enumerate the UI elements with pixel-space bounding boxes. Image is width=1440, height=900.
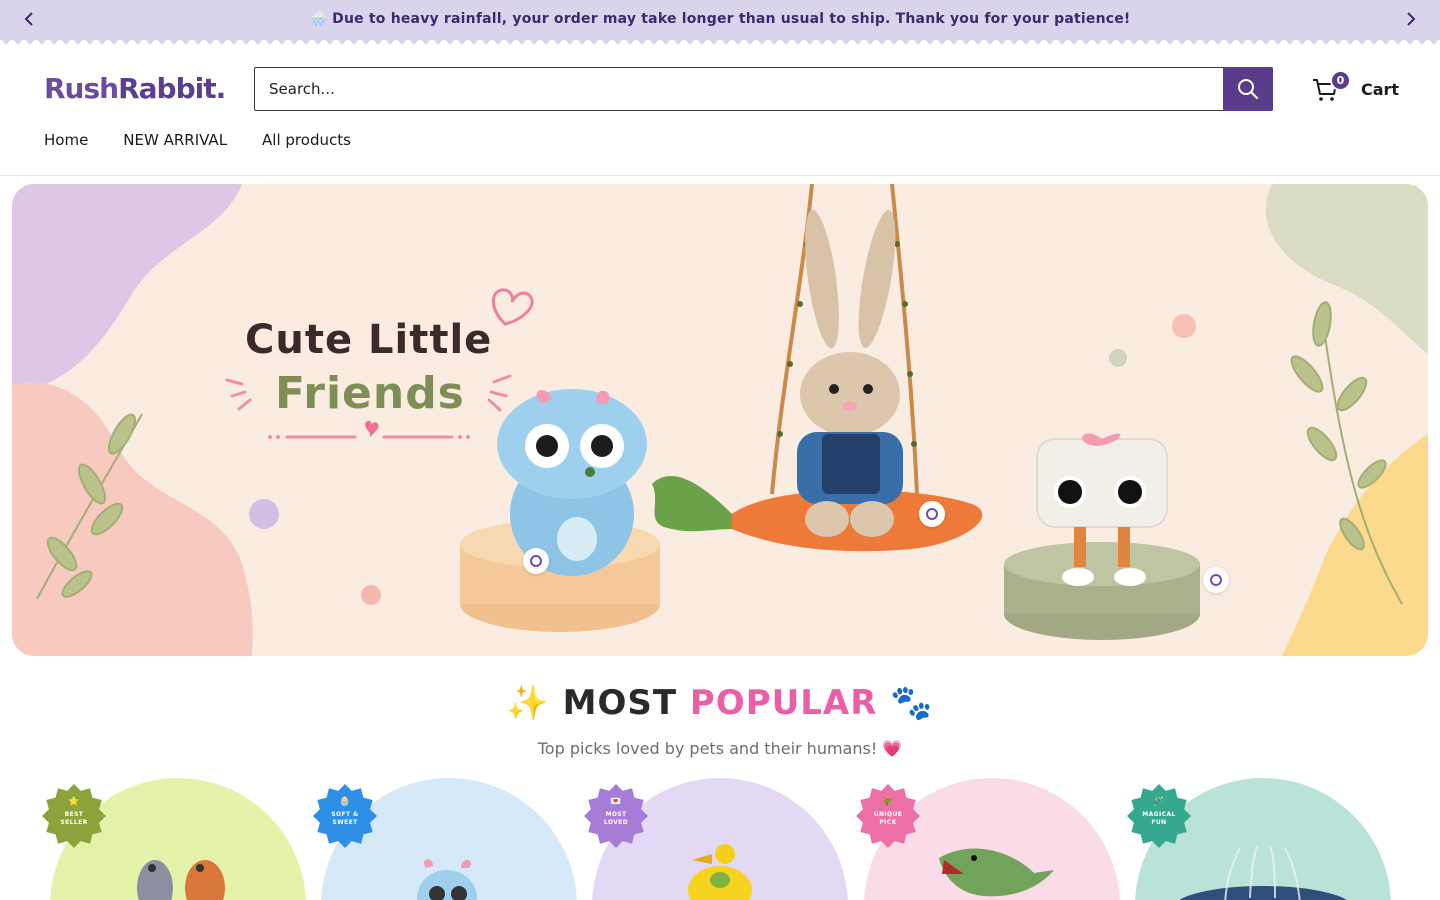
badge-label-line2: LOVED <box>603 819 629 826</box>
badge-label-line2: PICK <box>879 819 897 826</box>
announcement-scallop-edge <box>0 38 1440 48</box>
header-divider <box>0 175 1440 176</box>
badge-label-line2: SELLER <box>60 819 88 826</box>
badge-label-line1: BEST <box>64 811 84 818</box>
badge-label-line2: SWEET <box>332 819 358 826</box>
love-letter-icon: 💌 <box>610 797 622 807</box>
hotspot-glass-toy[interactable] <box>1203 567 1229 593</box>
badge-most-loved: 💌 MOST LOVED <box>584 784 648 848</box>
badge-label-line1: UNIQUE <box>873 811 903 818</box>
nav-item-home[interactable]: Home <box>44 131 88 149</box>
cupcake-icon: 🧁 <box>339 797 351 807</box>
badge-label-line2: FUN <box>1151 819 1167 826</box>
search-bar <box>254 67 1273 111</box>
hero-title-line2: Friends <box>275 368 465 419</box>
title-word-popular: POPULAR <box>689 683 878 723</box>
hero-banner[interactable]: Cute Little Friends <box>12 184 1428 656</box>
badge-magical-fun: 🪄 MAGICAL FUN <box>1127 784 1191 848</box>
hero-title-line1: Cute Little <box>245 317 493 363</box>
logo-text-rabbit: Rabbit. <box>118 72 226 105</box>
badge-soft-sweet: 🧁 SOFT & SWEET <box>313 784 377 848</box>
badge-label-line1: MOST <box>605 811 627 818</box>
section-title-most-popular: ✨ MOST POPULAR 🐾 <box>0 683 1440 723</box>
magic-wand-icon: 🪄 <box>1153 797 1165 807</box>
logo-text-rush: Rush <box>44 72 119 105</box>
hotspot-dragon[interactable] <box>523 548 549 574</box>
cart-label: Cart <box>1361 79 1400 99</box>
announcement-bar: 🌧️ Due to heavy rainfall, your order may… <box>0 0 1440 40</box>
cart-icon: 0 <box>1311 70 1351 103</box>
cart-count-badge: 0 <box>1330 70 1351 91</box>
paw-icon: 🐾 <box>890 683 934 723</box>
nav-item-all-products[interactable]: All products <box>262 131 351 149</box>
section-subtitle: Top picks loved by pets and their humans… <box>537 739 903 758</box>
badge-best-seller: ⭐ BEST SELLER <box>42 784 106 848</box>
badge-label-line1: SOFT & <box>331 811 359 818</box>
badge-label-line1: MAGICAL <box>1142 811 1176 818</box>
chevron-right-icon <box>1407 12 1416 26</box>
star-icon: ⭐ <box>68 797 80 807</box>
badge-unique-pick: 🦖 UNIQUE PICK <box>856 784 920 848</box>
sparkle-icon: ✨ <box>506 683 550 723</box>
title-word-most: MOST <box>562 683 678 723</box>
main-nav: Home NEW ARRIVAL All products <box>44 131 351 149</box>
search-icon <box>1238 79 1259 100</box>
announcement-next-button[interactable] <box>1401 9 1421 29</box>
nav-item-new-arrival[interactable]: NEW ARRIVAL <box>123 131 227 149</box>
announcement-text: 🌧️ Due to heavy rainfall, your order may… <box>309 11 1131 27</box>
cart-button[interactable]: 0 Cart <box>1311 70 1400 106</box>
dinosaur-icon: 🦖 <box>882 797 894 807</box>
site-logo[interactable]: RushRabbit. <box>44 72 226 105</box>
search-input[interactable] <box>255 68 1223 110</box>
search-button[interactable] <box>1223 67 1273 111</box>
hotspot-bunny[interactable] <box>919 501 945 527</box>
